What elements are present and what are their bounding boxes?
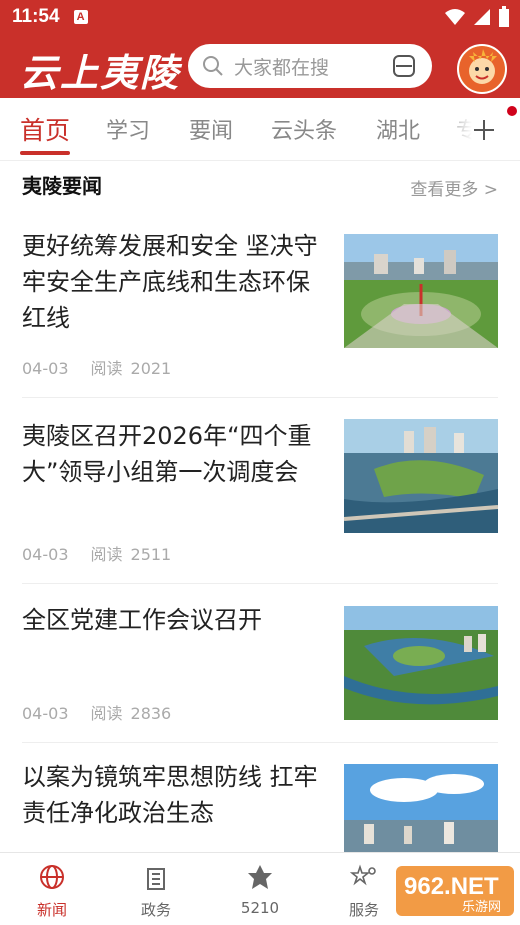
view-more-link[interactable]: 查看更多 > [410,175,498,200]
app-header: 云上夷陵 大家都在搜 [0,34,520,98]
read-label: 阅读 [90,545,123,564]
news-thumbnail [344,234,498,348]
wifi-icon [445,9,465,25]
signal-icon [474,9,490,25]
scan-icon[interactable] [392,54,416,78]
globe-icon [40,865,64,889]
active-tab-indicator [20,151,70,155]
news-date: 04-03 [22,545,69,564]
leaf-icon [248,865,272,889]
status-bar: 11:54 A [0,0,520,34]
watermark-text: 962.NET [404,873,499,900]
tab-home[interactable]: 首页 [20,111,70,147]
app-logo: 云上夷陵 [20,50,181,95]
news-meta: 04-03 阅读 2021 [22,355,193,379]
building-icon [147,868,165,890]
section-title: 夷陵要闻 [22,174,102,198]
news-title: 夷陵区召开2026年“四个重大”领导小组第一次调度会 [22,422,312,486]
nav-label: 新闻 [36,901,67,919]
avatar[interactable] [457,44,507,94]
news-thumbnail [344,419,498,533]
stars-icon [349,864,376,886]
news-date: 04-03 [22,359,69,378]
battery-icon [499,6,509,27]
news-item[interactable]: 全区党建工作会议召开 04-03 阅读 2836 [22,584,498,743]
search-placeholder: 大家都在搜 [234,56,330,79]
search-icon [203,56,223,76]
tab-headline-news[interactable]: 要闻 [189,113,233,145]
news-thumbnail [344,764,498,852]
add-channel-icon[interactable] [472,118,496,142]
read-label: 阅读 [90,704,123,723]
watermark-sub: 乐游网 [462,900,501,915]
notification-dot [507,106,517,116]
tab-cloud-headlines[interactable]: 云头条 [271,113,337,145]
read-count: 2021 [130,359,172,378]
notification-a-icon: A [73,10,88,24]
nav-service[interactable]: 服务 [324,863,404,920]
channel-tabs: 首页 学习 要闻 云头条 湖北 专 [0,98,520,161]
news-title: 以案为镜筑牢思想防线 扛牢责任净化政治生态 [22,763,318,827]
news-meta: 04-03 阅读 2836 [22,700,193,724]
news-date: 04-03 [22,704,69,723]
read-count: 2511 [130,545,172,564]
nav-label: 5210 [240,899,280,917]
nav-5210[interactable]: 5210 [220,863,300,917]
search-input[interactable]: 大家都在搜 [188,44,432,88]
news-item[interactable]: 夷陵区召开2026年“四个重大”领导小组第一次调度会 04-03 阅读 2511 [22,398,498,584]
status-time: 11:54 [12,6,60,27]
nav-government[interactable]: 政务 [116,863,196,920]
read-label: 阅读 [90,359,123,378]
news-item[interactable]: 更好统筹发展和安全 坚决守牢安全生产底线和生态环保红线 04-03 阅读 2021 [22,212,498,398]
nav-label: 政务 [140,901,171,919]
read-count: 2836 [130,704,172,723]
news-title: 更好统筹发展和安全 坚决守牢安全生产底线和生态环保红线 [22,232,318,332]
lion-avatar-icon [459,46,505,92]
nav-label: 服务 [348,901,379,919]
site-watermark: 962.NET 乐游网 [396,866,514,916]
news-meta: 04-03 阅读 2511 [22,541,193,565]
tab-hubei[interactable]: 湖北 [376,113,420,145]
nav-news[interactable]: 新闻 [12,863,92,920]
news-title: 全区党建工作会议召开 [22,606,262,634]
news-item[interactable]: 以案为镜筑牢思想防线 扛牢责任净化政治生态 [22,743,498,852]
tab-study[interactable]: 学习 [106,113,150,145]
news-thumbnail [344,606,498,720]
